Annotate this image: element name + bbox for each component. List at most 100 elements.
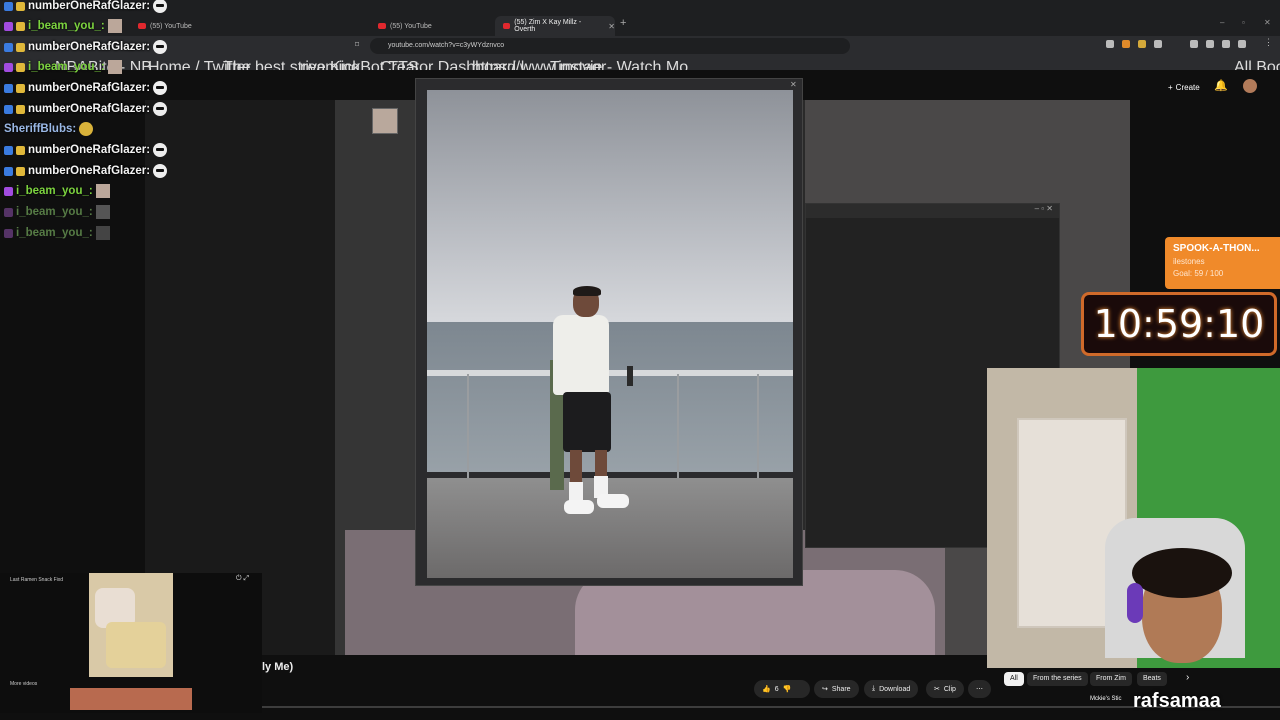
scissors-icon: ✂ (934, 686, 940, 693)
like-dislike-group[interactable]: 👍 6 👎 (754, 680, 810, 698)
skull-emote-icon (153, 164, 168, 178)
tab-label: (55) YouTube (150, 22, 192, 30)
goal-widget: SPOOK-A-THON... ilestones Goal: 59 / 100 (1165, 237, 1280, 289)
emote-icon (79, 122, 94, 136)
menu-dots-icon[interactable]: ⋮ (1264, 37, 1273, 47)
mini-video-noodles (106, 622, 166, 668)
badge-icon (16, 42, 25, 52)
extension-icon[interactable] (1106, 40, 1114, 48)
chat-message: SheriffBlubs: (4, 120, 94, 138)
filter-from-series[interactable]: From the series (1027, 672, 1088, 686)
download-button[interactable]: ⤓ Download (864, 680, 919, 698)
extension-icon[interactable] (1238, 40, 1246, 48)
extension-icon[interactable] (1206, 40, 1214, 48)
chat-message: numberOneRafGlazer: (4, 38, 168, 56)
chat-username: numberOneRafGlazer: (28, 144, 151, 156)
chat-message: i_beam_you_: (4, 58, 122, 76)
plus-icon: + (1168, 82, 1173, 92)
mini-player-controls[interactable]: ⏻ ⤢ (236, 575, 249, 583)
photo-railing (427, 370, 793, 376)
browser-tab-bar (0, 0, 1280, 36)
badge-icon (4, 104, 13, 114)
more-dots-icon: ⋯ (976, 686, 983, 693)
mini-player-title: Last Ramen Snack Fixd (10, 577, 64, 583)
badge-icon (4, 186, 13, 196)
maximize-icon[interactable]: ▫ (1242, 18, 1245, 27)
skull-emote-icon (153, 81, 168, 95)
youtube-icon (378, 23, 386, 29)
close-tab-icon[interactable]: ✕ (608, 22, 615, 31)
tab-label: (55) YouTube (390, 22, 432, 30)
download-icon: ⤓ (872, 685, 876, 692)
download-label: Download (879, 685, 911, 693)
clip-button[interactable]: ✂ Clip (926, 680, 964, 698)
video-title: ly Me) (262, 661, 294, 673)
account-avatar[interactable] (1243, 79, 1257, 93)
clip-label: Clip (943, 685, 956, 693)
goal-title: SPOOK-A-THON... (1173, 243, 1260, 254)
extension-icon[interactable] (1154, 40, 1162, 48)
chat-message: i_beam_you_: (4, 224, 110, 242)
streamer-name: rafsamaa (1133, 690, 1221, 712)
badge-icon (4, 62, 13, 72)
chat-message: i_beam_you_: (4, 203, 110, 221)
chat-username: i_beam_you_: (16, 185, 93, 197)
extension-icon[interactable] (1190, 40, 1198, 48)
minimize-icon[interactable]: – (1220, 18, 1224, 27)
chat-message: numberOneRafGlazer: (4, 79, 168, 97)
share-button[interactable]: ↪ Share (814, 680, 859, 698)
chat-username: i_beam_you_: (16, 206, 93, 218)
badge-icon (16, 62, 25, 72)
badge-icon (4, 228, 13, 238)
chat-message: numberOneRafGlazer: (4, 141, 168, 159)
chat-message: numberOneRafGlazer: (4, 0, 168, 15)
photo-bottle (627, 366, 633, 386)
video-progress-bar[interactable] (262, 706, 1280, 708)
extension-icon[interactable] (1138, 40, 1146, 48)
photo-person-hair (573, 286, 601, 296)
dislike-icon[interactable]: 👎 (783, 685, 792, 693)
close-popup-icon[interactable]: ✕ (790, 80, 797, 89)
close-window-icon[interactable]: ✕ (1264, 18, 1271, 27)
skull-emote-icon (153, 143, 168, 157)
chat-username: numberOneRafGlazer: (28, 41, 151, 53)
chat-username: i_beam_you_: (28, 61, 105, 73)
like-icon[interactable]: 👍 (762, 685, 771, 693)
emote-icon (95, 226, 110, 240)
url-text: youtube.com/watch?v=c3yWYdznvco (388, 42, 505, 49)
subathon-timer: 10:59:10 (1081, 292, 1277, 356)
tab-active-video[interactable]: (55) Zim X Kay Millz - Overth ✕ (495, 16, 615, 36)
badge-icon (4, 21, 13, 31)
cam-hair (1132, 548, 1232, 598)
tab-youtube-2[interactable]: (55) YouTube (370, 16, 432, 36)
badge-icon (16, 104, 25, 114)
badge-icon (16, 83, 25, 93)
chat-message: i_beam_you_: (4, 182, 110, 200)
emote-icon (95, 205, 110, 219)
share-label: Share (831, 685, 851, 693)
filter-all[interactable]: All (1004, 672, 1024, 686)
filter-beats[interactable]: Beats (1137, 672, 1167, 686)
new-tab-button[interactable]: + (620, 17, 626, 29)
url-field[interactable]: youtube.com/watch?v=c3yWYdznvco (370, 38, 850, 54)
create-button[interactable]: + Create (1160, 79, 1208, 95)
more-actions-button[interactable]: ⋯ (968, 680, 991, 698)
photo-person-shoe (597, 494, 629, 508)
youtube-icon (503, 23, 511, 29)
like-count: 6 (774, 685, 779, 693)
chat-message: numberOneRafGlazer: (4, 162, 168, 180)
tab-youtube-1[interactable]: (55) YouTube (130, 16, 192, 36)
badge-icon (4, 207, 13, 217)
extension-icon[interactable] (1222, 40, 1230, 48)
emote-icon (107, 19, 122, 33)
badge-icon (4, 42, 13, 52)
bookmark-icon[interactable]: ⌑ (355, 40, 359, 49)
mention-text: Mckie's Stic (1090, 696, 1122, 702)
chevron-right-icon[interactable]: › (1186, 672, 1189, 683)
photo-sky (427, 90, 793, 322)
filter-from-zim[interactable]: From Zim (1090, 672, 1132, 686)
photo-rail-post (757, 374, 759, 484)
notifications-icon[interactable]: 🔔 (1214, 79, 1228, 92)
extension-icon[interactable] (1122, 40, 1130, 48)
more-videos-thumbnails[interactable] (70, 688, 192, 710)
